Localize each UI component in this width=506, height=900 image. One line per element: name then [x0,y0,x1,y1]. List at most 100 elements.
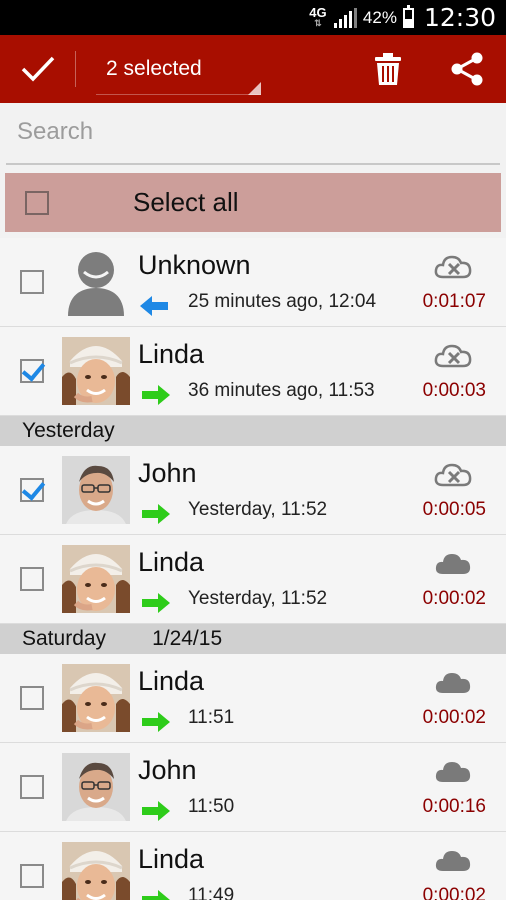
cloud-off-icon[interactable] [433,253,473,281]
call-row[interactable]: Linda Yesterday, 11:52 0:00:02 [0,535,506,624]
call-time: 11:49 [188,885,235,900]
call-duration: 0:00:02 [422,707,486,728]
clock: 12:30 [423,3,496,32]
call-duration: 0:00:02 [422,885,486,900]
row-checkbox[interactable] [20,270,44,294]
call-direction [140,890,170,900]
cloud-status[interactable] [433,253,473,286]
cloud-status[interactable] [433,342,473,375]
cloud-status[interactable] [433,669,473,702]
call-direction [140,712,170,737]
call-duration: 0:00:03 [422,380,486,401]
call-duration: 0:00:16 [422,796,486,817]
row-checkbox[interactable] [20,686,44,710]
section-day: Yesterday [22,419,115,442]
john-avatar [62,456,130,524]
john-avatar [62,753,130,821]
call-row[interactable]: John 11:50 0:00:16 [0,743,506,832]
call-row[interactable]: John Yesterday, 11:52 0:00:05 [0,446,506,535]
section-date: 1/24/15 [152,627,223,650]
done-check-button[interactable] [0,35,75,103]
select-all-label: Select all [133,187,239,217]
outgoing-arrow-icon [142,593,170,613]
search-bar [0,103,506,165]
cloud-off-icon[interactable] [433,461,473,489]
call-time: 11:51 [188,707,235,728]
signal-icon [333,7,357,28]
cloud-icon[interactable] [433,550,473,578]
row-checkbox[interactable] [20,478,44,502]
call-row[interactable]: Linda 11:49 0:00:02 [0,832,506,900]
contact-avatar [62,664,130,732]
cloud-icon[interactable] [433,758,473,786]
cloud-icon[interactable] [433,669,473,697]
contact-name: John [138,755,197,785]
row-checkbox[interactable] [20,567,44,591]
cloud-icon[interactable] [433,847,473,875]
trash-icon [375,53,401,85]
call-duration: 0:00:02 [422,588,486,609]
delete-button[interactable] [368,35,408,103]
call-direction [140,385,170,410]
row-checkbox[interactable] [20,359,44,383]
cloud-off-icon[interactable] [433,342,473,370]
date-section-header: Saturday 1/24/15 [0,624,506,654]
cloud-status[interactable] [433,550,473,583]
selection-dropdown[interactable]: 2 selected [96,35,261,103]
call-time: 25 minutes ago, 12:04 [188,291,377,312]
row-checkbox[interactable] [20,775,44,799]
contact-avatar [62,842,130,900]
outgoing-arrow-icon [142,385,170,405]
call-row[interactable]: Linda 36 minutes ago, 11:53 0:00:03 [0,327,506,416]
call-direction [140,296,170,321]
linda-avatar [62,545,130,613]
contact-name: Unknown [138,250,251,280]
contact-name: Linda [138,666,205,696]
date-section-header: Yesterday [0,416,506,446]
outgoing-arrow-icon [142,712,170,732]
share-icon [451,52,483,86]
linda-avatar [62,842,130,900]
selection-count-label: 2 selected [106,57,202,80]
cloud-status[interactable] [433,461,473,494]
contact-avatar [62,337,130,405]
cloud-status[interactable] [433,758,473,791]
call-direction [140,504,170,529]
incoming-arrow-icon [140,296,168,316]
network-indicator: 4G ⇅ [309,4,327,28]
linda-avatar [62,664,130,732]
check-icon [21,56,54,82]
call-row[interactable]: Unknown 25 minutes ago, 12:04 0:01:07 [0,238,506,327]
contact-avatar [62,545,130,613]
default-avatar-icon [68,252,124,316]
row-checkbox[interactable] [20,864,44,888]
call-row[interactable]: Linda 11:51 0:00:02 [0,654,506,743]
call-list: Unknown 25 minutes ago, 12:04 0:01:07 Li… [0,238,506,900]
call-time: Yesterday, 11:52 [188,588,328,609]
outgoing-arrow-icon [142,504,170,524]
cloud-status[interactable] [433,847,473,880]
call-duration: 0:01:07 [422,291,486,312]
status-bar: 4G ⇅ 42% 12:30 [0,0,506,35]
section-day: Saturday [22,627,107,650]
divider [75,51,76,87]
contact-name: Linda [138,844,205,874]
share-button[interactable] [447,35,487,103]
select-all-row[interactable]: Select all [5,173,501,232]
action-bar: 2 selected [0,35,506,103]
call-time: 11:50 [188,796,235,817]
call-time: 36 minutes ago, 11:53 [188,380,375,401]
select-all-checkbox[interactable] [25,190,49,215]
linda-avatar [62,337,130,405]
outgoing-arrow-icon [142,801,170,821]
call-direction [140,801,170,826]
dropdown-corner-icon [248,82,261,95]
contact-avatar [62,248,130,316]
search-input[interactable] [6,103,500,161]
call-direction [140,593,170,618]
battery-icon [402,4,414,28]
contact-avatar [62,456,130,524]
contact-name: Linda [138,339,205,369]
call-duration: 0:00:05 [422,499,486,520]
outgoing-arrow-icon [142,890,170,900]
